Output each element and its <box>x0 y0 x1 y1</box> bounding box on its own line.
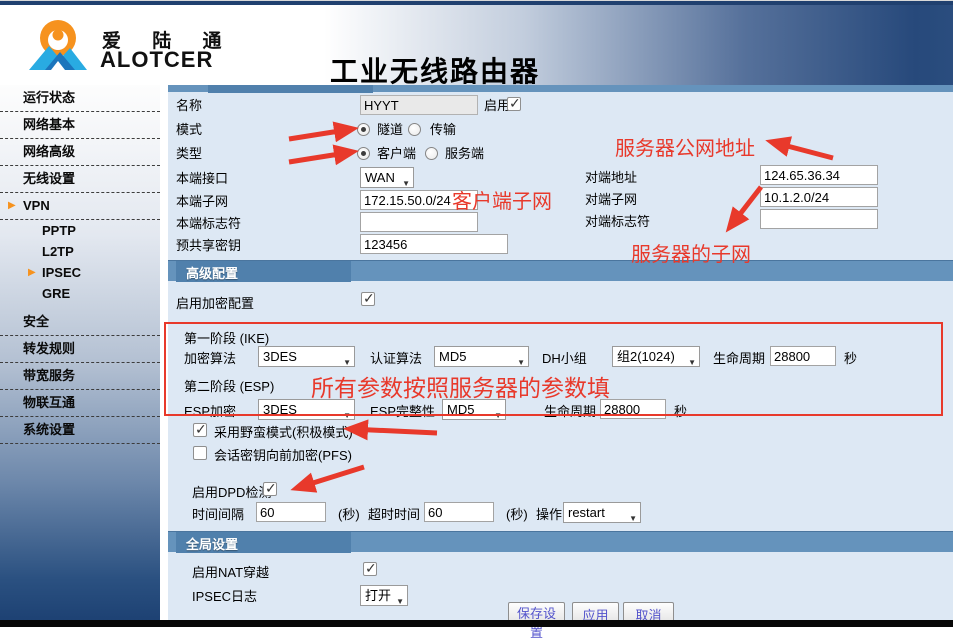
sidebar-item-vpn[interactable]: ▶VPN <box>0 193 160 220</box>
enable-encryption-label: 启用加密配置 <box>176 295 254 313</box>
local-interface-label: 本端接口 <box>176 170 228 188</box>
type-client-label: 客户端 <box>377 145 416 163</box>
sidebar-item-pptp[interactable]: PPTP <box>0 220 160 241</box>
peer-id-label: 对端标志符 <box>585 213 650 231</box>
phase1-label: 第一阶段 (IKE) <box>184 330 269 348</box>
phase2-label: 第二阶段 (ESP) <box>184 378 274 396</box>
annotation-client-subnet: 客户端子网 <box>452 185 552 214</box>
sidebar-item-network-advanced[interactable]: 网络高级 <box>0 139 160 166</box>
pfs-label: 会话密钥向前加密(PFS) <box>214 447 352 465</box>
enable-checkbox[interactable] <box>507 97 521 111</box>
advanced-section-title: 高级配置 <box>186 263 238 282</box>
name-input[interactable] <box>360 95 478 115</box>
lifetime1-unit: 秒 <box>844 350 857 368</box>
interval-unit: (秒) <box>338 506 360 524</box>
lifetime2-unit: 秒 <box>674 403 687 421</box>
sidebar-item-ipsec[interactable]: ▶IPSEC <box>0 262 160 283</box>
sidebar-item-running-status[interactable]: 运行状态 <box>0 85 160 112</box>
timeout-unit: (秒) <box>506 506 528 524</box>
type-server-radio[interactable] <box>425 147 438 160</box>
sidebar-nav: 运行状态 网络基本 网络高级 无线设置 ▶VPN PPTP L2TP ▶IPSE… <box>0 85 160 621</box>
top-navy-strip <box>0 0 953 5</box>
peer-subnet-label: 对端子网 <box>585 191 637 209</box>
timeout-input[interactable] <box>424 502 494 522</box>
dh-group-select[interactable]: 组2(1024)▼ <box>612 346 700 367</box>
active-arrow-icon: ▶ <box>28 262 36 283</box>
pfs-checkbox[interactable] <box>193 446 207 460</box>
sidebar-item-bandwidth[interactable]: 带宽服务 <box>0 363 160 390</box>
action-select[interactable]: restart▼ <box>563 502 641 523</box>
timeout-label: 超时时间 <box>368 506 420 524</box>
auth-alg-select[interactable]: MD5▼ <box>434 346 529 367</box>
bottom-black-bar <box>0 620 953 627</box>
mode-tunnel-radio[interactable] <box>357 123 370 136</box>
lifetime2-label: 生命周期 <box>544 403 596 421</box>
ipsec-log-label: IPSEC日志 <box>192 588 257 606</box>
lifetime1-label: 生命周期 <box>713 350 765 368</box>
enable-encryption-checkbox[interactable] <box>361 292 375 306</box>
annotation-server-subnet: 服务器的子网 <box>631 238 751 267</box>
lifetime1-input[interactable] <box>770 346 836 366</box>
global-section-title: 全局设置 <box>186 534 238 553</box>
peer-address-label: 对端地址 <box>585 169 637 187</box>
local-id-input[interactable] <box>360 212 478 232</box>
nat-traversal-label: 启用NAT穿越 <box>192 564 269 582</box>
brand-name-english: ALOTCER <box>100 47 213 73</box>
chevron-down-icon: ▼ <box>343 406 351 425</box>
local-id-label: 本端标志符 <box>176 215 241 233</box>
type-client-radio[interactable] <box>357 147 370 160</box>
interval-label: 时间间隔 <box>192 506 244 524</box>
peer-address-input[interactable] <box>760 165 878 185</box>
aggressive-mode-checkbox[interactable] <box>193 423 207 437</box>
mode-transport-label: 传输 <box>430 121 456 139</box>
sidebar-item-iot[interactable]: 物联互通 <box>0 390 160 417</box>
header-band: 爱 陆 通 ALOTCER 工业无线路由器 <box>0 0 953 85</box>
main-content: 名称 启用 模式 隧道 传输 类型 客户端 服务端 本端接口 WAN▼ 本端子网… <box>168 82 953 620</box>
esp-integrity-label: ESP完整性 <box>370 403 435 421</box>
local-interface-select[interactable]: WAN▼ <box>360 167 414 188</box>
dpd-label: 启用DPD检测 <box>192 484 271 502</box>
ipsec-log-select[interactable]: 打开▼ <box>360 585 408 606</box>
type-server-label: 服务端 <box>445 145 484 163</box>
enc-alg-select[interactable]: 3DES▼ <box>258 346 355 367</box>
section-bar-global: 全局设置 <box>168 531 953 552</box>
mode-label: 模式 <box>176 121 202 139</box>
esp-enc-label: ESP加密 <box>184 403 236 421</box>
annotation-fill-params: 所有参数按照服务器的参数填 <box>311 369 610 403</box>
aggressive-mode-label: 采用野蛮模式(积极模式) <box>214 424 353 442</box>
chevron-down-icon: ▼ <box>494 406 502 425</box>
action-label: 操作 <box>536 506 562 524</box>
peer-id-input[interactable] <box>760 209 878 229</box>
local-subnet-label: 本端子网 <box>176 193 228 211</box>
sidebar-item-network-basic[interactable]: 网络基本 <box>0 112 160 139</box>
sidebar-item-forward-rules[interactable]: 转发规则 <box>0 336 160 363</box>
peer-subnet-input[interactable] <box>760 187 878 207</box>
chevron-down-icon: ▼ <box>396 592 404 611</box>
chevron-down-icon: ▼ <box>688 353 696 372</box>
sidebar-item-l2tp[interactable]: L2TP <box>0 241 160 262</box>
mode-tunnel-label: 隧道 <box>377 121 403 139</box>
sidebar-item-system[interactable]: 系统设置 <box>0 417 160 444</box>
enc-alg-label: 加密算法 <box>184 350 236 368</box>
expand-arrow-icon: ▶ <box>8 193 16 218</box>
sidebar-item-wireless[interactable]: 无线设置 <box>0 166 160 193</box>
nat-traversal-checkbox[interactable] <box>363 562 377 576</box>
interval-input[interactable] <box>256 502 326 522</box>
chevron-down-icon: ▼ <box>629 509 637 528</box>
name-label: 名称 <box>176 97 202 115</box>
dh-group-label: DH小组 <box>542 350 587 368</box>
mode-transport-radio[interactable] <box>408 123 421 136</box>
section-bar-advanced: 高级配置 <box>168 260 953 281</box>
psk-label: 预共享密钥 <box>176 237 241 255</box>
dpd-checkbox[interactable] <box>263 482 277 496</box>
auth-alg-label: 认证算法 <box>370 350 422 368</box>
page-title: 工业无线路由器 <box>330 50 540 90</box>
annotation-server-public-ip: 服务器公网地址 <box>615 132 755 161</box>
sidebar-item-gre[interactable]: GRE <box>0 283 160 304</box>
psk-input[interactable] <box>360 234 508 254</box>
sidebar-item-security[interactable]: 安全 <box>0 309 160 336</box>
type-label: 类型 <box>176 145 202 163</box>
